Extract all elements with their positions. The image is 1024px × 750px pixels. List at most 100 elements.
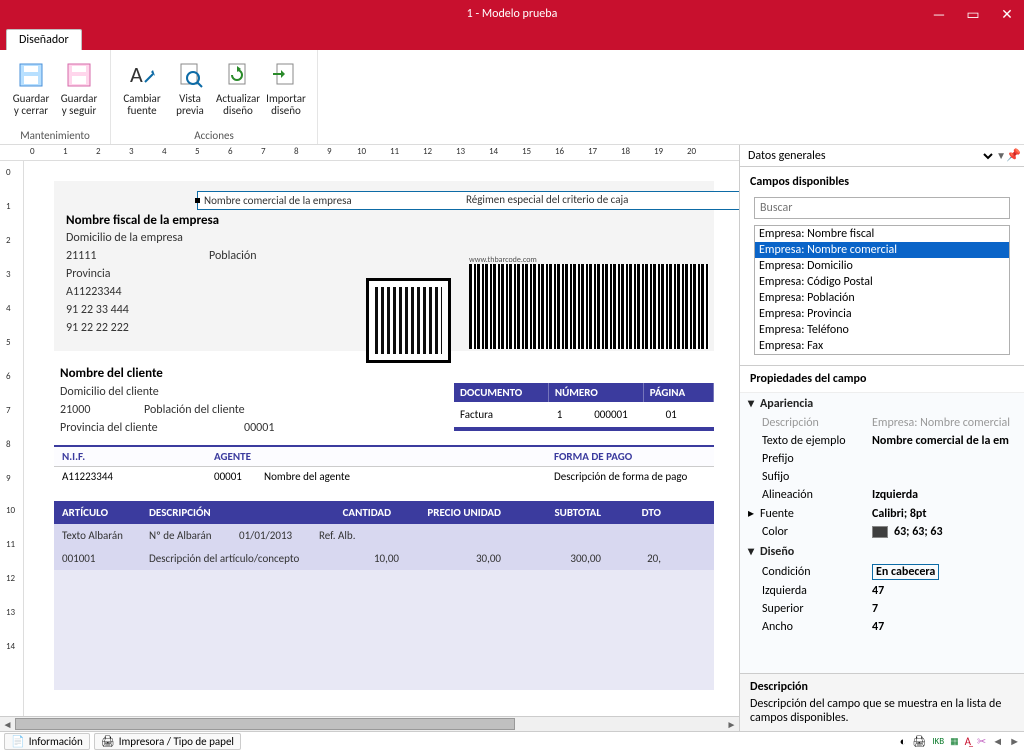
scroll-left-arrow[interactable]: ◄ xyxy=(0,718,15,731)
vertical-ruler: 01234567891011121314 xyxy=(0,161,24,716)
save-and-close-button[interactable]: Guardary cerrar xyxy=(8,55,54,119)
items-r1-desc: Nº de Albarán xyxy=(149,529,239,542)
ribbon-group-actions: A Cambiarfuente Vistaprevia Actualizardi… xyxy=(111,50,318,144)
nif-v-nif: A11223344 xyxy=(54,470,214,483)
save-close-icon xyxy=(9,57,53,93)
qr-code xyxy=(366,278,451,363)
prop-prefix[interactable]: Prefijo xyxy=(740,450,1024,468)
save-and-continue-button[interactable]: Guardary seguir xyxy=(56,55,102,119)
prop-top[interactable]: Superior7 xyxy=(740,600,1024,618)
data-group-select[interactable]: Datos generales xyxy=(744,148,996,164)
maximize-button[interactable]: ▭ xyxy=(956,0,990,28)
doc-header-page: PÁGINA xyxy=(644,383,714,402)
scroll-right-arrow[interactable]: ► xyxy=(724,718,739,731)
group-design[interactable]: ▾Diseño xyxy=(740,541,1024,562)
client-name[interactable]: Nombre del cliente xyxy=(60,366,163,381)
prop-left[interactable]: Izquierda47 xyxy=(740,582,1024,600)
font-icon: A xyxy=(120,57,164,93)
titlebar: 1 - Modelo prueba — ▭ ✕ xyxy=(0,0,1024,28)
field-list-item[interactable]: Empresa: Población xyxy=(755,290,1009,306)
company-province[interactable]: Provincia xyxy=(66,267,111,281)
items-h-sub: SUBTOTAL xyxy=(509,506,609,519)
regime-text[interactable]: Régimen especial del criterio de caja xyxy=(466,193,628,206)
nif-h-nif: N.I.F. xyxy=(54,450,214,463)
data-group-combo[interactable]: Datos generales ▼ 📌 xyxy=(740,145,1024,167)
doc-value-num2: 000001 xyxy=(588,405,659,424)
items-h-dto: DTO xyxy=(609,506,669,519)
client-province[interactable]: Provincia del cliente xyxy=(60,421,158,435)
import-design-button[interactable]: Importardiseño xyxy=(263,55,309,119)
client-zip[interactable]: 21000 xyxy=(60,403,90,417)
items-h-art: ARTÍCULO xyxy=(54,506,149,519)
prop-suffix[interactable]: Sufijo xyxy=(740,468,1024,486)
items-r2-sub: 300,00 xyxy=(509,552,609,565)
field-list-item[interactable]: Empresa: Provincia xyxy=(755,306,1009,322)
status-icon-1[interactable]: ◐ xyxy=(900,735,907,748)
company-city[interactable]: Población xyxy=(209,249,257,263)
client-address[interactable]: Domicilio del cliente xyxy=(60,385,159,399)
client-city[interactable]: Población del cliente xyxy=(144,403,245,417)
field-list-item[interactable]: Empresa: Código Postal xyxy=(755,274,1009,290)
items-h-desc: DESCRIPCIÓN xyxy=(149,506,309,519)
prop-description[interactable]: DescripciónEmpresa: Nombre comercial xyxy=(740,414,1024,432)
prop-font[interactable]: ▸FuenteCalibri; 8pt xyxy=(740,504,1024,523)
change-font-button[interactable]: A Cambiarfuente xyxy=(119,55,165,119)
import-icon xyxy=(264,57,308,93)
field-list-item[interactable]: Empresa: Fax xyxy=(755,338,1009,354)
pin-icon[interactable]: 📌 xyxy=(1006,148,1020,163)
status-icon-2[interactable]: 🖨 xyxy=(912,735,926,748)
items-r2-art: 001001 xyxy=(54,552,149,565)
status-bar: 📄 Información 🖨 Impresora / Tipo de pape… xyxy=(0,731,1024,750)
field-list-item[interactable]: Empresa: Teléfono xyxy=(755,322,1009,338)
properties-panel: Propiedades del campo ▾Apariencia Descri… xyxy=(740,365,1024,731)
company-address[interactable]: Domicilio de la empresa xyxy=(66,231,183,245)
minimize-button[interactable]: — xyxy=(922,0,956,28)
status-nav-right[interactable]: ► xyxy=(1009,735,1020,748)
group-appearance[interactable]: ▾Apariencia xyxy=(740,393,1024,414)
status-icon-5[interactable]: A̲ xyxy=(965,735,971,748)
status-icon-6[interactable]: ✂ xyxy=(977,735,986,748)
design-canvas[interactable]: Nombre comercial de la empresa Régimen e… xyxy=(24,161,739,716)
fields-title: Campos disponibles xyxy=(740,167,1024,195)
company-phone2[interactable]: 91 22 22 222 xyxy=(66,321,129,335)
right-panel: Datos generales ▼ 📌 Campos disponibles E… xyxy=(739,145,1024,731)
company-zip[interactable]: 21111 xyxy=(66,249,96,263)
status-printer-button[interactable]: 🖨 Impresora / Tipo de papel xyxy=(94,733,241,750)
fields-search-input[interactable] xyxy=(754,197,1010,219)
tab-designer[interactable]: Diseñador xyxy=(6,29,82,50)
field-list-item[interactable]: Empresa: Domicilio xyxy=(755,258,1009,274)
items-r2-pu: 30,00 xyxy=(399,552,509,565)
nif-v-code: 00001 xyxy=(214,470,264,483)
field-list-item[interactable]: Empresa: Nombre fiscal xyxy=(755,226,1009,242)
close-button[interactable]: ✕ xyxy=(990,0,1024,28)
status-info-button[interactable]: 📄 Información xyxy=(4,733,90,750)
svg-text:A: A xyxy=(130,61,143,88)
nif-h-agent: AGENTE xyxy=(214,450,414,463)
company-name[interactable]: Nombre fiscal de la empresa xyxy=(66,213,219,228)
horizontal-scrollbar[interactable]: ◄ ► xyxy=(0,716,739,731)
preview-button[interactable]: Vistaprevia xyxy=(167,55,213,119)
update-design-button[interactable]: Actualizardiseño xyxy=(215,55,261,119)
printer-icon: 🖨 xyxy=(101,735,115,748)
ribbon-group-maintenance: Guardary cerrar Guardary seguir Mantenim… xyxy=(0,50,111,144)
prop-color[interactable]: Color63; 63; 63 xyxy=(740,523,1024,541)
items-h-qty: CANTIDAD xyxy=(309,506,399,519)
field-list-item[interactable]: Empresa: Teléfono móvil xyxy=(755,354,1009,355)
field-list-item[interactable]: Empresa: Nombre comercial xyxy=(755,242,1009,258)
status-icon-3[interactable]: IKB xyxy=(932,736,944,747)
prop-align[interactable]: AlineaciónIzquierda xyxy=(740,486,1024,504)
company-nif[interactable]: A11223344 xyxy=(66,285,122,299)
status-icon-4[interactable]: ▦ xyxy=(950,736,959,747)
prop-condition[interactable]: CondiciónEn cabecera xyxy=(740,562,1024,582)
fields-list[interactable]: Empresa: Nombre fiscalEmpresa: Nombre co… xyxy=(754,225,1010,355)
items-r1-date: 01/01/2013 xyxy=(239,529,319,542)
prop-sample[interactable]: Texto de ejemploNombre comercial de la e… xyxy=(740,432,1024,450)
scroll-thumb[interactable] xyxy=(15,718,515,730)
update-icon xyxy=(216,57,260,93)
company-phone1[interactable]: 91 22 33 444 xyxy=(66,303,129,317)
properties-help: Descripción Descripción del campo que se… xyxy=(740,673,1024,731)
nif-v-pay: Descripción de forma de pago xyxy=(464,470,714,483)
status-nav-left[interactable]: ◄ xyxy=(992,735,1003,748)
prop-width[interactable]: Ancho47 xyxy=(740,618,1024,636)
client-code[interactable]: 00001 xyxy=(244,421,274,435)
